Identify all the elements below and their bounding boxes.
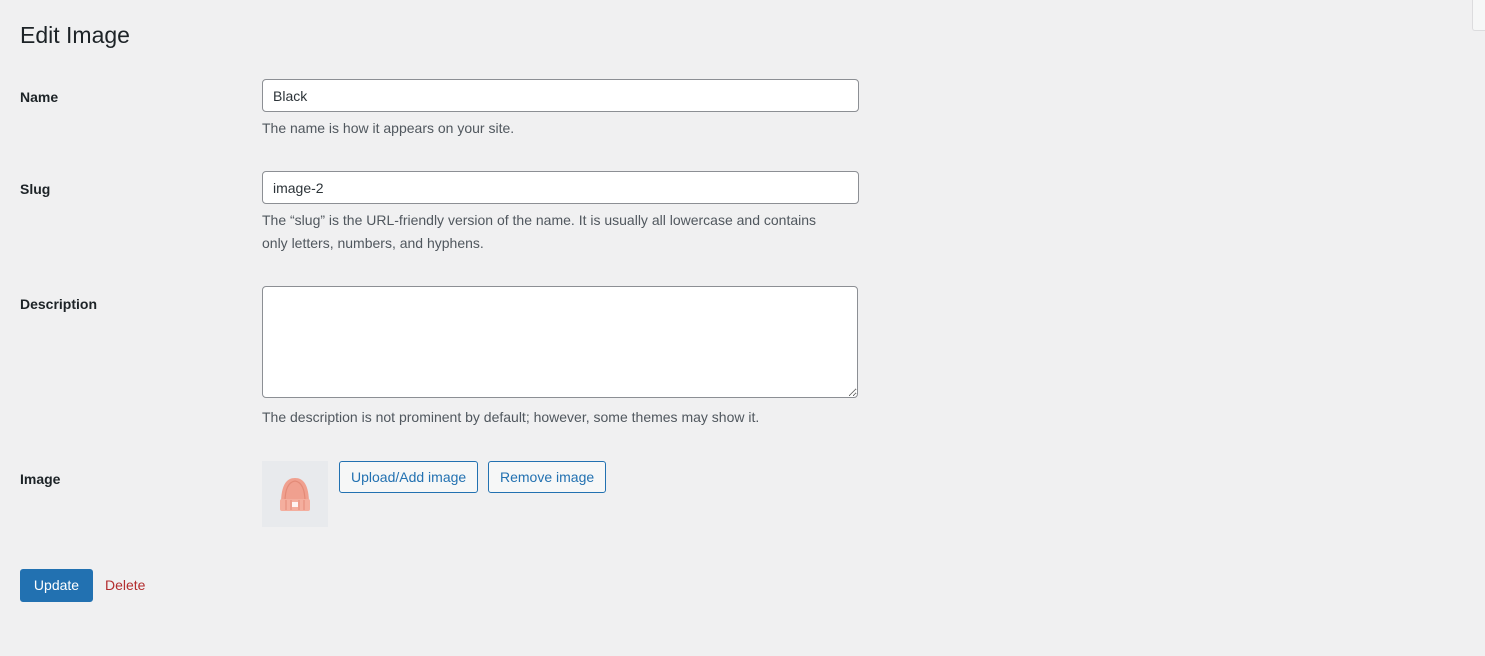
page-title: Edit Image: [20, 22, 130, 48]
slug-input[interactable]: [262, 171, 859, 204]
image-thumbnail: [262, 461, 328, 527]
name-input[interactable]: [262, 79, 859, 112]
upload-image-button[interactable]: Upload/Add image: [339, 461, 479, 493]
name-description: The name is how it appears on your site.: [262, 120, 515, 136]
slug-description: The “slug” is the URL-friendly version o…: [262, 212, 817, 251]
description-textarea[interactable]: [262, 286, 858, 398]
remove-image-button[interactable]: Remove image: [488, 461, 607, 493]
description-label: Description: [20, 296, 98, 312]
name-label: Name: [20, 89, 59, 105]
screen-options-tab[interactable]: [1472, 0, 1485, 31]
update-button[interactable]: Update: [20, 569, 93, 602]
image-label: Image: [20, 471, 61, 487]
slug-label: Slug: [20, 181, 51, 197]
description-help: The description is not prominent by defa…: [262, 409, 760, 425]
delete-link[interactable]: Delete: [105, 576, 145, 594]
beanie-hat-icon: [280, 478, 310, 511]
edit-image-page: Edit Image Name The name is how it appea…: [0, 0, 1485, 656]
